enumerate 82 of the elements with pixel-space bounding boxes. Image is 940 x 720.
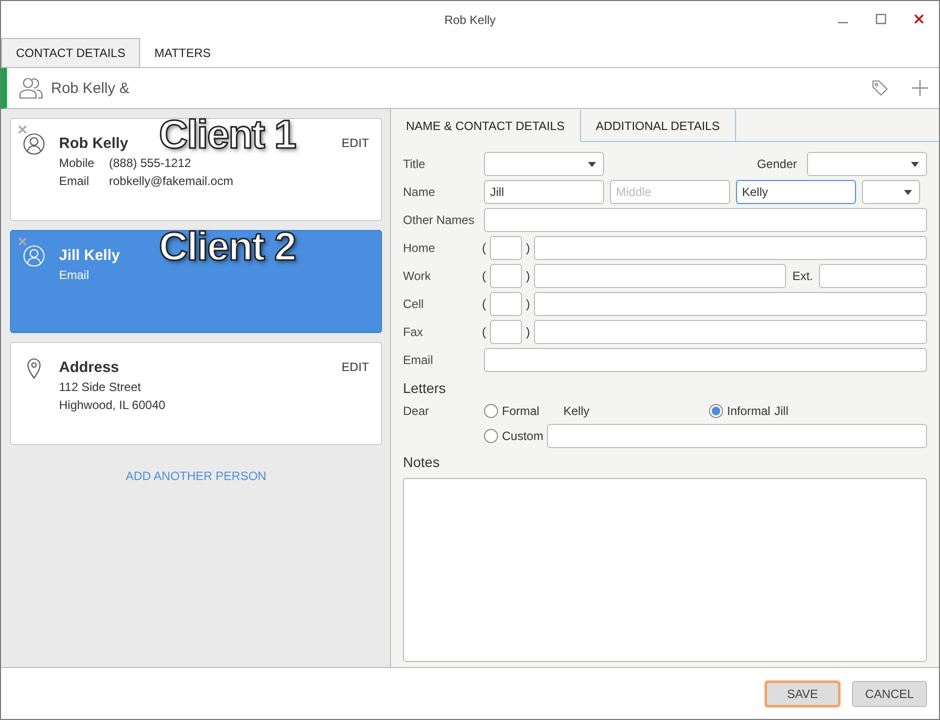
contact-title: Rob Kelly & — [51, 80, 130, 96]
detail-value: (888) 555-1212 — [109, 156, 192, 170]
name-field[interactable]: Kelly — [736, 180, 856, 204]
address-line: 112 Side Street — [59, 380, 141, 394]
maximize-icon[interactable] — [875, 13, 887, 25]
dropdown-caret-icon — [588, 162, 596, 166]
remove-icon[interactable] — [18, 237, 27, 246]
name-field[interactable]: Middle — [610, 180, 730, 204]
people-icon — [19, 77, 43, 99]
tab[interactable]: MATTERS — [140, 38, 225, 67]
tab[interactable]: ADDITIONAL DETAILS — [580, 110, 736, 141]
card-title: Jill Kelly — [59, 247, 120, 264]
other-names-field[interactable] — [484, 208, 927, 232]
add-icon[interactable] — [911, 79, 929, 97]
salutation-value: Kelly — [563, 404, 590, 418]
field-label: Home — [403, 241, 436, 255]
tag-icon[interactable] — [871, 79, 889, 97]
parenthesis: ) — [526, 325, 530, 339]
edit-link[interactable]: EDIT — [342, 136, 369, 150]
area-code-field[interactable] — [490, 236, 522, 260]
gender-dropdown[interactable] — [807, 152, 927, 176]
email-field[interactable] — [484, 348, 927, 372]
field-label: Cell — [403, 297, 425, 311]
radio-label: Informal — [727, 404, 770, 418]
area-code-field[interactable] — [490, 292, 522, 316]
field-label: Fax — [403, 325, 424, 339]
radio-button[interactable] — [484, 404, 498, 418]
name-field[interactable]: Jill — [484, 180, 604, 204]
detail-label: Mobile — [59, 156, 95, 170]
field-label: Title — [403, 157, 426, 171]
cancel-button[interactable]: CANCEL — [852, 680, 927, 706]
card-title: Address — [59, 359, 120, 376]
parenthesis: ) — [526, 269, 530, 283]
tab[interactable]: CONTACT DETAILS — [1, 38, 140, 67]
notes-field[interactable] — [403, 478, 927, 662]
custom-salutation-field[interactable] — [547, 424, 927, 448]
address-line: Highwood, IL 60040 — [59, 398, 166, 412]
field-label: Other Names — [403, 213, 476, 227]
card-title: Rob Kelly — [59, 135, 128, 152]
extension-field[interactable] — [819, 264, 927, 288]
contact-card[interactable]: Address EDIT 112 Side Street Highwood, IL 60040 — [10, 342, 382, 445]
person-icon — [23, 133, 45, 155]
title-dropdown[interactable] — [484, 152, 604, 176]
parenthesis: ( — [482, 297, 486, 311]
section-heading: Notes — [403, 454, 441, 470]
field-label: Ext. — [792, 269, 813, 283]
dropdown-caret-icon — [911, 162, 919, 166]
radio-button[interactable] — [709, 404, 723, 418]
tab[interactable]: NAME & CONTACT DETAILS — [391, 110, 581, 142]
dropdown-caret-icon — [904, 190, 912, 194]
radio-label: Formal — [502, 404, 540, 418]
parenthesis: ( — [482, 241, 486, 255]
edit-link[interactable]: EDIT — [342, 360, 369, 374]
detail-value: robkelly@fakemail.ocm — [109, 174, 234, 188]
area-code-field[interactable] — [490, 264, 522, 288]
field-label: Dear — [403, 404, 430, 420]
contact-card[interactable]: Rob Kelly Client 1 EDIT Mobile (888) 555-1212 Email robkelly@fakemail.ocm — [10, 118, 382, 221]
close-icon[interactable] — [913, 13, 925, 25]
suffix-dropdown[interactable] — [862, 180, 920, 204]
section-heading: Letters — [403, 380, 447, 396]
phone-field[interactable] — [534, 264, 786, 288]
field-label: Gender — [756, 157, 797, 171]
parenthesis: ( — [482, 325, 486, 339]
person-icon — [23, 245, 45, 267]
radio-button[interactable] — [484, 429, 498, 443]
phone-field[interactable] — [534, 320, 927, 344]
area-code-field[interactable] — [490, 320, 522, 344]
field-label: Work — [403, 269, 432, 283]
phone-field[interactable] — [534, 292, 927, 316]
parenthesis: ) — [526, 297, 530, 311]
salutation-value: Jill — [774, 404, 788, 418]
parenthesis: ( — [482, 269, 486, 283]
remove-icon[interactable] — [18, 125, 27, 134]
radio-label: Custom — [502, 429, 544, 443]
phone-field[interactable] — [534, 236, 927, 260]
save-button[interactable]: SAVE — [765, 680, 840, 706]
detail-label: Email — [59, 268, 90, 282]
field-label: Email — [403, 353, 434, 367]
parenthesis: ) — [526, 241, 530, 255]
field-label: Name — [403, 185, 436, 199]
detail-label: Email — [59, 174, 90, 188]
window-title: Rob Kelly — [444, 12, 496, 26]
